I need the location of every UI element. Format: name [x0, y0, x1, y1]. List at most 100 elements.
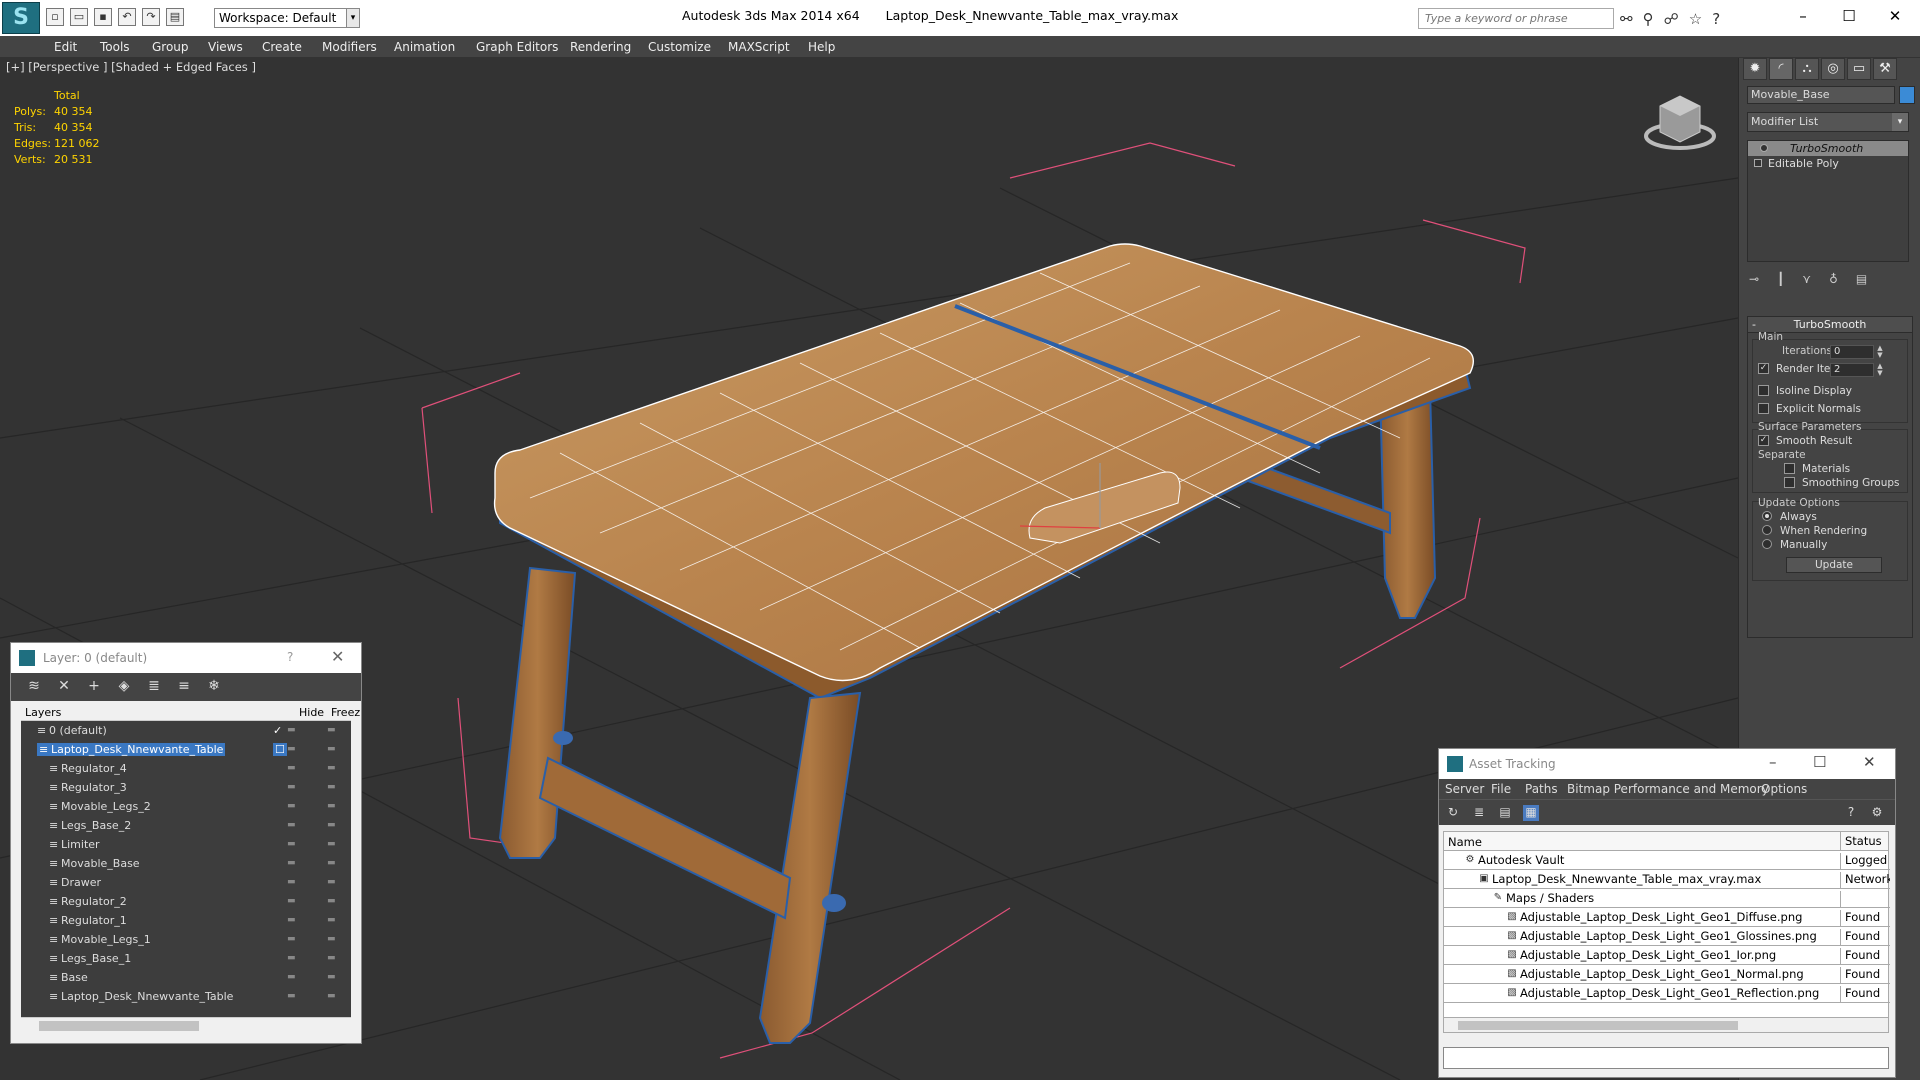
viewcube-icon[interactable] [1640, 84, 1720, 154]
layer-row[interactable]: ≡ Movable_Base ▬ ▬ [21, 854, 351, 873]
layer-row[interactable]: ≡ Regulator_3 ▬ ▬ [21, 778, 351, 797]
key-icon[interactable]: ⚲ [1643, 10, 1654, 28]
new-file-icon[interactable]: ▫ [46, 8, 64, 26]
show-end-result-icon[interactable]: ┃ [1777, 272, 1784, 286]
hide-toggle-icon[interactable]: ▬ [287, 782, 296, 792]
menu-bitmap-performance[interactable]: Bitmap Performance and Memory [1567, 782, 1769, 796]
menu-group[interactable]: Group [152, 40, 189, 54]
scrollbar-thumb[interactable] [1458, 1021, 1738, 1030]
freeze-column-header[interactable]: Freez [331, 706, 360, 719]
viewport-label[interactable]: [+] [Perspective ] [Shaded + Edged Faces… [6, 60, 256, 74]
favorites-star-icon[interactable]: ☆ [1689, 10, 1702, 28]
close-icon[interactable]: ✕ [1863, 753, 1876, 771]
menu-options[interactable]: Options [1761, 782, 1807, 796]
menu-maxscript[interactable]: MAXScript [728, 40, 790, 54]
minimize-icon[interactable]: – [1769, 753, 1777, 771]
help-icon[interactable]: ? [287, 650, 293, 664]
spinner-arrows-icon[interactable]: ▲ ▼ [1875, 345, 1885, 359]
layer-window-titlebar[interactable]: Layer: 0 (default) ? ✕ [11, 643, 361, 673]
menu-views[interactable]: Views [208, 40, 243, 54]
menu-graph-editors[interactable]: Graph Editors [476, 40, 558, 54]
redo-icon[interactable]: ↷ [142, 8, 160, 26]
set-current-layer-icon[interactable]: ☐ [273, 743, 287, 756]
menu-tools[interactable]: Tools [100, 40, 130, 54]
open-file-icon[interactable]: ▭ [70, 8, 88, 26]
menu-create[interactable]: Create [262, 40, 302, 54]
explicit-normals-checkbox[interactable]: Explicit Normals [1758, 403, 1861, 415]
scrollbar-thumb[interactable] [39, 1021, 199, 1031]
hide-toggle-icon[interactable]: ▬ [287, 953, 296, 963]
highlight-layer-icon[interactable]: ≣ [145, 678, 163, 694]
hide-toggle-icon[interactable]: ▬ [287, 991, 296, 1001]
hide-toggle-icon[interactable]: ▬ [287, 915, 296, 925]
freeze-toggle-icon[interactable]: ▬ [327, 915, 336, 925]
name-column-header[interactable]: Name [1448, 835, 1482, 849]
settings-icon[interactable]: ⚙ [1869, 805, 1885, 821]
freeze-toggle-icon[interactable]: ▬ [327, 839, 336, 849]
render-iters-spinner[interactable]: 2 ▲ ▼ [1830, 363, 1883, 377]
save-file-icon[interactable]: ▪ [94, 8, 112, 26]
hide-column-header[interactable]: Hide [299, 706, 324, 719]
freeze-toggle-icon[interactable]: ▬ [327, 858, 336, 868]
lightbulb-icon[interactable] [1760, 144, 1768, 152]
menu-file[interactable]: File [1491, 782, 1511, 796]
freeze-toggle-icon[interactable]: ▬ [327, 934, 336, 944]
hide-toggle-icon[interactable]: ▬ [287, 725, 296, 735]
object-color-swatch[interactable] [1899, 86, 1915, 104]
smoothing-groups-checkbox[interactable]: Smoothing Groups [1784, 477, 1900, 489]
display-tab-icon[interactable]: ▭ [1847, 58, 1871, 80]
menu-edit[interactable]: Edit [54, 40, 77, 54]
layer-row[interactable]: ≡ Movable_Legs_2 ▬ ▬ [21, 797, 351, 816]
hide-toggle-icon[interactable]: ▬ [287, 896, 296, 906]
close-icon[interactable]: ✕ [331, 647, 344, 666]
remove-modifier-icon[interactable]: ♁ [1829, 272, 1838, 286]
freeze-toggle-icon[interactable]: ▬ [327, 782, 336, 792]
menu-animation[interactable]: Animation [394, 40, 455, 54]
hide-toggle-icon[interactable]: ▬ [287, 877, 296, 887]
layers-column-header[interactable]: Layers [25, 706, 61, 719]
layer-row[interactable]: ≡ Laptop_Desk_Nnewvante_Table ▬ ▬ [21, 987, 351, 1006]
materials-checkbox[interactable]: Materials [1784, 463, 1850, 475]
binoculars-icon[interactable]: ⚯ [1620, 10, 1633, 28]
freeze-toggle-icon[interactable]: ▬ [327, 877, 336, 887]
workspace-dropdown[interactable]: Workspace: Default▾ [214, 8, 354, 28]
signin-icon[interactable]: ☍ [1664, 10, 1679, 28]
help-icon[interactable]: ? [1843, 805, 1859, 821]
maximize-icon[interactable]: ☐ [1813, 753, 1826, 771]
freeze-toggle-icon[interactable]: ▬ [327, 896, 336, 906]
hide-toggle-icon[interactable]: ▬ [287, 858, 296, 868]
app-menu-button[interactable]: S [2, 2, 40, 34]
select-in-layer-icon[interactable]: ◈ [115, 678, 133, 694]
freeze-toggle-icon[interactable]: ▬ [327, 972, 336, 982]
asset-horizontal-scrollbar[interactable] [1443, 1017, 1889, 1033]
configure-sets-icon[interactable]: ▤ [1856, 272, 1867, 286]
layer-row[interactable]: ≡ Drawer ▬ ▬ [21, 873, 351, 892]
new-layer-icon[interactable]: ≋ [25, 678, 43, 694]
list-view-icon[interactable]: ≣ [1471, 805, 1487, 821]
asset-row[interactable]: ▧ Adjustable_Laptop_Desk_Light_Geo1_Norma… [1444, 965, 1890, 984]
asset-row[interactable]: ✎ Maps / Shaders [1444, 889, 1890, 908]
freeze-toggle-icon[interactable]: ▬ [327, 763, 336, 773]
freeze-toggle-icon[interactable]: ▬ [327, 744, 336, 754]
table-view-icon[interactable]: ▦ [1523, 805, 1539, 821]
hide-toggle-icon[interactable]: ▬ [287, 934, 296, 944]
hierarchy-tab-icon[interactable]: ⛬ [1795, 58, 1819, 80]
hide-toggle-icon[interactable]: ▬ [287, 744, 296, 754]
update-button[interactable]: Update [1786, 557, 1882, 573]
maximize-icon[interactable]: ☐ [1826, 4, 1872, 28]
menu-paths[interactable]: Paths [1525, 782, 1558, 796]
layer-row[interactable]: ≡ Regulator_2 ▬ ▬ [21, 892, 351, 911]
asset-row[interactable]: ▧ Adjustable_Laptop_Desk_Light_Geo1_Diffu… [1444, 908, 1890, 927]
menu-modifiers[interactable]: Modifiers [322, 40, 377, 54]
spinner-arrows-icon[interactable]: ▲ ▼ [1875, 363, 1885, 377]
object-name-field[interactable]: Movable_Base [1747, 86, 1895, 104]
project-folder-icon[interactable]: ▤ [166, 8, 184, 26]
asset-row[interactable]: ▧ Adjustable_Laptop_Desk_Light_Geo1_Refle… [1444, 984, 1890, 1003]
asset-row[interactable]: ▧ Adjustable_Laptop_Desk_Light_Geo1_Gloss… [1444, 927, 1890, 946]
stack-item-editable-poly[interactable]: Editable Poly [1748, 156, 1908, 171]
freeze-toggle-icon[interactable]: ▬ [327, 991, 336, 1001]
stack-item-turbosmooth[interactable]: TurboSmooth [1748, 141, 1908, 156]
make-unique-icon[interactable]: ⋎ [1802, 272, 1811, 286]
menu-rendering[interactable]: Rendering [570, 40, 631, 54]
create-tab-icon[interactable]: ✹ [1743, 58, 1767, 80]
